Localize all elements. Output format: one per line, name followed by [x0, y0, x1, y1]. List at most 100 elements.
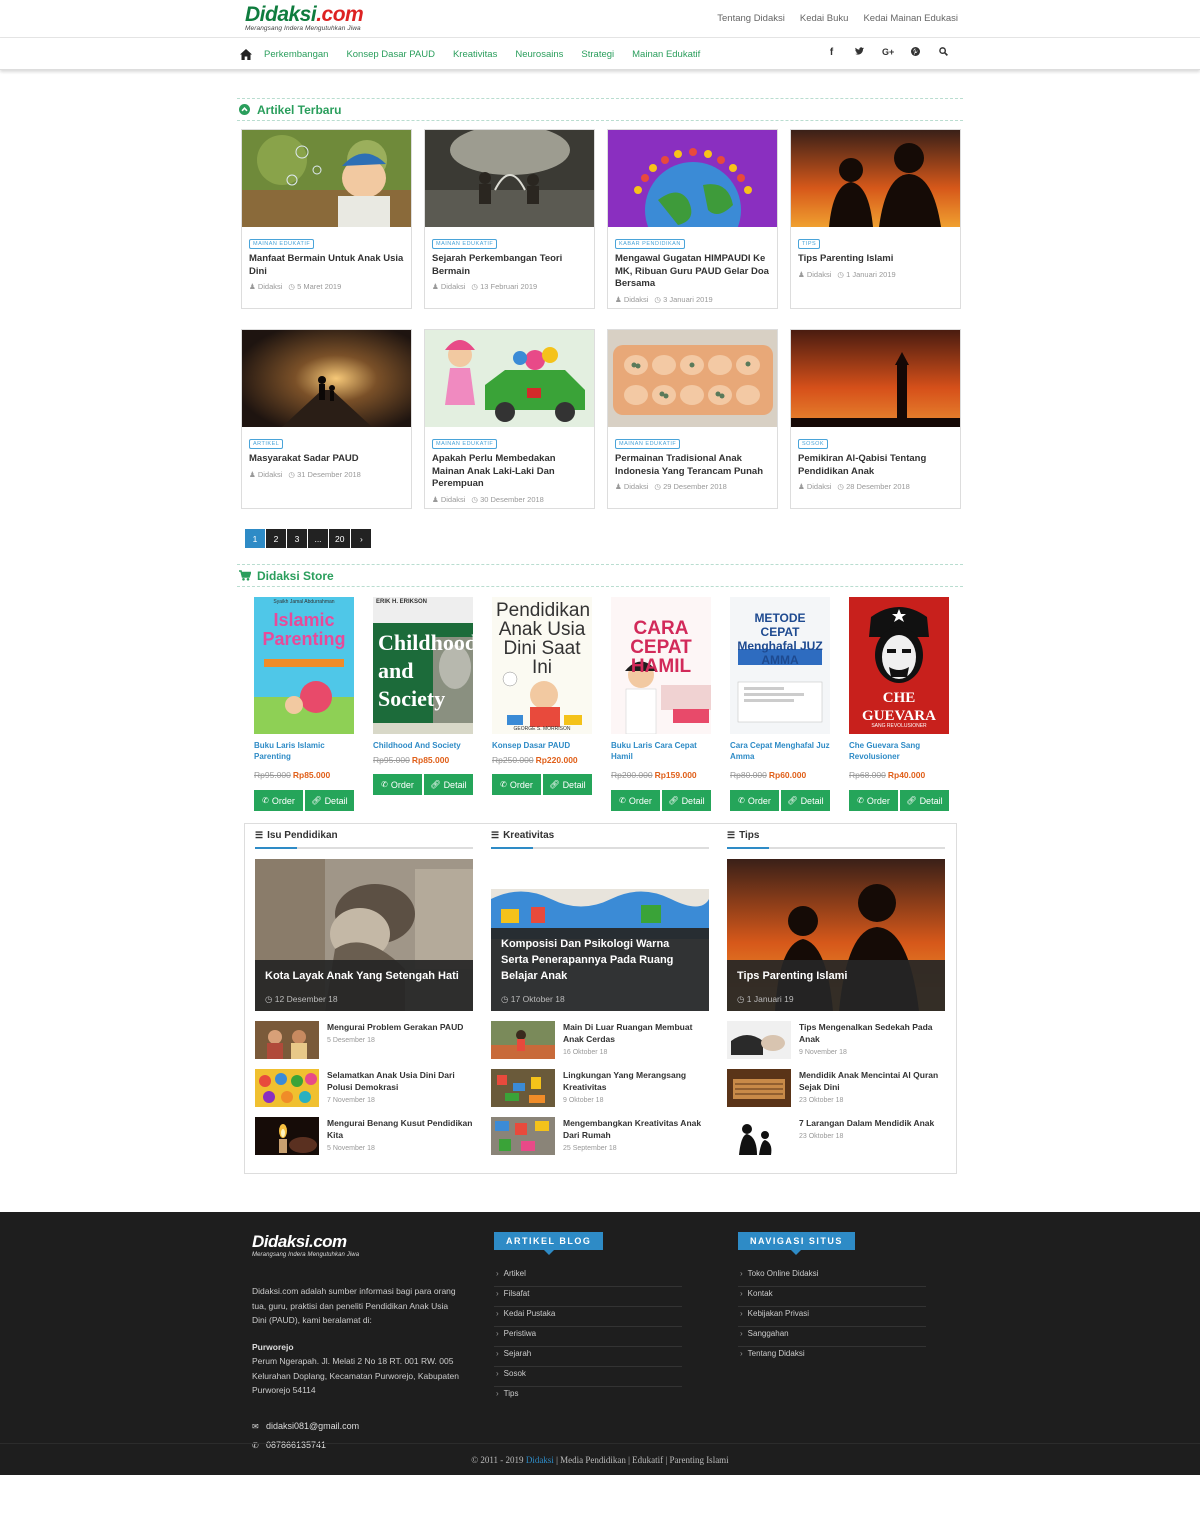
top-link-kedai-mainan[interactable]: Kedai Mainan Edukasi: [863, 13, 958, 24]
article-title[interactable]: Apakah Perlu Membedakan Mainan Anak Laki…: [432, 453, 587, 491]
featured-post[interactable]: Kota Layak Anak Yang Setengah Hati ◷ 12 D…: [255, 859, 473, 1011]
list-item[interactable]: Mengurai Problem Gerakan PAUD 5 Desember …: [255, 1021, 473, 1059]
product-name[interactable]: Buku Laris Islamic Parenting: [254, 740, 354, 762]
copyright-brand[interactable]: Didaksi: [526, 1455, 554, 1465]
article-thumbnail[interactable]: [791, 330, 960, 427]
list-thumbnail[interactable]: [491, 1021, 555, 1059]
article-title[interactable]: Sejarah Perkembangan Teori Bermain: [432, 253, 587, 278]
category-badge[interactable]: Mainan Edukatif: [615, 439, 681, 449]
article-title[interactable]: Pemikiran Al-Qabisi Tentang Pendidikan A…: [798, 453, 953, 478]
contact-email[interactable]: didaksi081@gmail.com: [266, 1421, 359, 1431]
order-button[interactable]: ✆ Order: [611, 790, 660, 811]
article-title[interactable]: Masyarakat Sadar PAUD: [249, 453, 404, 466]
nav-kreativitas[interactable]: Kreativitas: [453, 49, 497, 60]
google-plus-icon[interactable]: G+: [882, 47, 894, 59]
list-title[interactable]: Lingkungan Yang Merangsang Kreativitas: [563, 1069, 709, 1093]
top-link-kedai-buku[interactable]: Kedai Buku: [800, 13, 849, 24]
footer-link[interactable]: › Sosok: [494, 1367, 682, 1387]
list-thumbnail[interactable]: [255, 1021, 319, 1059]
article-thumbnail[interactable]: [425, 130, 594, 227]
footer-link[interactable]: › Peristiwa: [494, 1327, 682, 1347]
detail-button[interactable]: 🔗︎ Detail: [662, 790, 711, 811]
list-item[interactable]: Mengembangkan Kreativitas Anak Dari Ruma…: [491, 1117, 709, 1155]
article-card[interactable]: Kabar Pendidikan Mengawal Gugatan HIMPAU…: [607, 129, 778, 309]
footer-link[interactable]: › Kontak: [738, 1287, 926, 1307]
featured-post[interactable]: Tips Parenting Islami ◷ 1 Januari 19: [727, 859, 945, 1011]
next-page-button[interactable]: ›: [351, 529, 372, 548]
list-item[interactable]: Lingkungan Yang Merangsang Kreativitas 9 …: [491, 1069, 709, 1107]
page-2[interactable]: 2: [266, 529, 286, 548]
footer-link[interactable]: › Filsafat: [494, 1287, 682, 1307]
article-thumbnail[interactable]: [608, 130, 777, 227]
category-badge[interactable]: Mainan Edukatif: [432, 239, 498, 249]
detail-button[interactable]: 🔗︎ Detail: [305, 790, 354, 811]
list-item[interactable]: Selamatkan Anak Usia Dini Dari Polusi De…: [255, 1069, 473, 1107]
list-item[interactable]: Main Di Luar Ruangan Membuat Anak Cerdas…: [491, 1021, 709, 1059]
order-button[interactable]: ✆ Order: [730, 790, 779, 811]
category-badge[interactable]: Artikel: [249, 439, 284, 449]
order-button[interactable]: ✆ Order: [373, 774, 422, 795]
list-item[interactable]: 7 Larangan Dalam Mendidik Anak 23 Oktober…: [727, 1117, 945, 1155]
list-thumbnail[interactable]: [727, 1021, 791, 1059]
page-20[interactable]: 20: [329, 529, 351, 548]
article-thumbnail[interactable]: [425, 330, 594, 427]
category-badge[interactable]: Sosok: [798, 439, 829, 449]
order-button[interactable]: ✆ Order: [254, 790, 303, 811]
detail-button[interactable]: 🔗︎ Detail: [424, 774, 473, 795]
featured-title[interactable]: Tips Parenting Islami: [737, 968, 935, 984]
article-title[interactable]: Manfaat Bermain Untuk Anak Usia Dini: [249, 253, 404, 278]
product-name[interactable]: Konsep Dasar PAUD: [492, 740, 592, 751]
article-title[interactable]: Permainan Tradisional Anak Indonesia Yan…: [615, 453, 770, 478]
site-logo[interactable]: Didaksi.com Merangsang Indera Mengutuhka…: [245, 4, 364, 32]
product-name[interactable]: Che Guevara Sang Revolusioner: [849, 740, 949, 762]
list-thumbnail[interactable]: [491, 1117, 555, 1155]
pinterest-icon[interactable]: [910, 47, 921, 59]
list-title[interactable]: 7 Larangan Dalam Mendidik Anak: [799, 1117, 934, 1129]
article-card[interactable]: Mainan Edukatif Manfaat Bermain Untuk An…: [241, 129, 412, 309]
article-thumbnail[interactable]: [791, 130, 960, 227]
article-thumbnail[interactable]: [242, 330, 411, 427]
list-thumbnail[interactable]: [255, 1069, 319, 1107]
nav-perkembangan[interactable]: Perkembangan: [264, 49, 328, 60]
list-title[interactable]: Selamatkan Anak Usia Dini Dari Polusi De…: [327, 1069, 473, 1093]
nav-konsep-dasar-paud[interactable]: Konsep Dasar PAUD: [346, 49, 435, 60]
top-link-tentang[interactable]: Tentang Didaksi: [717, 13, 785, 24]
product-cover[interactable]: METODE CEPAT Menghafal JUZ AMMA: [730, 597, 830, 734]
category-badge[interactable]: Mainan Edukatif: [249, 239, 315, 249]
list-thumbnail[interactable]: [255, 1117, 319, 1155]
product-name[interactable]: Cara Cepat Menghafal Juz Amma: [730, 740, 830, 762]
featured-title[interactable]: Komposisi Dan Psikologi Warna Serta Pene…: [501, 936, 699, 984]
facebook-icon[interactable]: f: [826, 47, 837, 59]
detail-button[interactable]: 🔗︎ Detail: [900, 790, 949, 811]
article-card[interactable]: Sosok Pemikiran Al-Qabisi Tentang Pendid…: [790, 329, 961, 509]
list-title[interactable]: Mengembangkan Kreativitas Anak Dari Ruma…: [563, 1117, 709, 1141]
product-cover[interactable]: CHE GUEVARA SANG REVOLUSIONER: [849, 597, 949, 734]
order-button[interactable]: ✆ Order: [492, 774, 541, 795]
detail-button[interactable]: 🔗︎ Detail: [781, 790, 830, 811]
product-name[interactable]: Childhood And Society: [373, 740, 473, 751]
list-item[interactable]: Mendidik Anak Mencintai Al Quran Sejak D…: [727, 1069, 945, 1107]
article-title[interactable]: Tips Parenting Islami: [798, 253, 953, 266]
home-icon[interactable]: [240, 48, 252, 60]
nav-mainan-edukatif[interactable]: Mainan Edukatif: [632, 49, 700, 60]
footer-link[interactable]: › Tips: [494, 1387, 682, 1407]
footer-link[interactable]: › Sejarah: [494, 1347, 682, 1367]
product-cover[interactable]: Pendidikan Anak Usia Dini Saat Ini GEORG…: [492, 597, 592, 734]
list-item[interactable]: Mengurai Benang Kusut Pendidikan Kita 5 N…: [255, 1117, 473, 1155]
product-cover[interactable]: ERIK H. ERIKSON Childhood and Society: [373, 597, 473, 734]
list-title[interactable]: Tips Mengenalkan Sedekah Pada Anak: [799, 1021, 945, 1045]
category-badge[interactable]: Mainan Edukatif: [432, 439, 498, 449]
product-name[interactable]: Buku Laris Cara Cepat Hamil: [611, 740, 711, 762]
list-thumbnail[interactable]: [727, 1069, 791, 1107]
list-title[interactable]: Mendidik Anak Mencintai Al Quran Sejak D…: [799, 1069, 945, 1093]
page-1[interactable]: 1: [245, 529, 265, 548]
article-card[interactable]: Tips Tips Parenting Islami ♟ Didaksi ◷ 1 …: [790, 129, 961, 309]
list-title[interactable]: Mengurai Problem Gerakan PAUD: [327, 1021, 463, 1033]
featured-title[interactable]: Kota Layak Anak Yang Setengah Hati: [265, 968, 463, 984]
list-thumbnail[interactable]: [727, 1117, 791, 1155]
article-thumbnail[interactable]: [608, 330, 777, 427]
footer-link[interactable]: › Tentang Didaksi: [738, 1347, 926, 1367]
footer-link[interactable]: › Kedai Pustaka: [494, 1307, 682, 1327]
footer-link[interactable]: › Toko Online Didaksi: [738, 1267, 926, 1287]
nav-neurosains[interactable]: Neurosains: [515, 49, 563, 60]
